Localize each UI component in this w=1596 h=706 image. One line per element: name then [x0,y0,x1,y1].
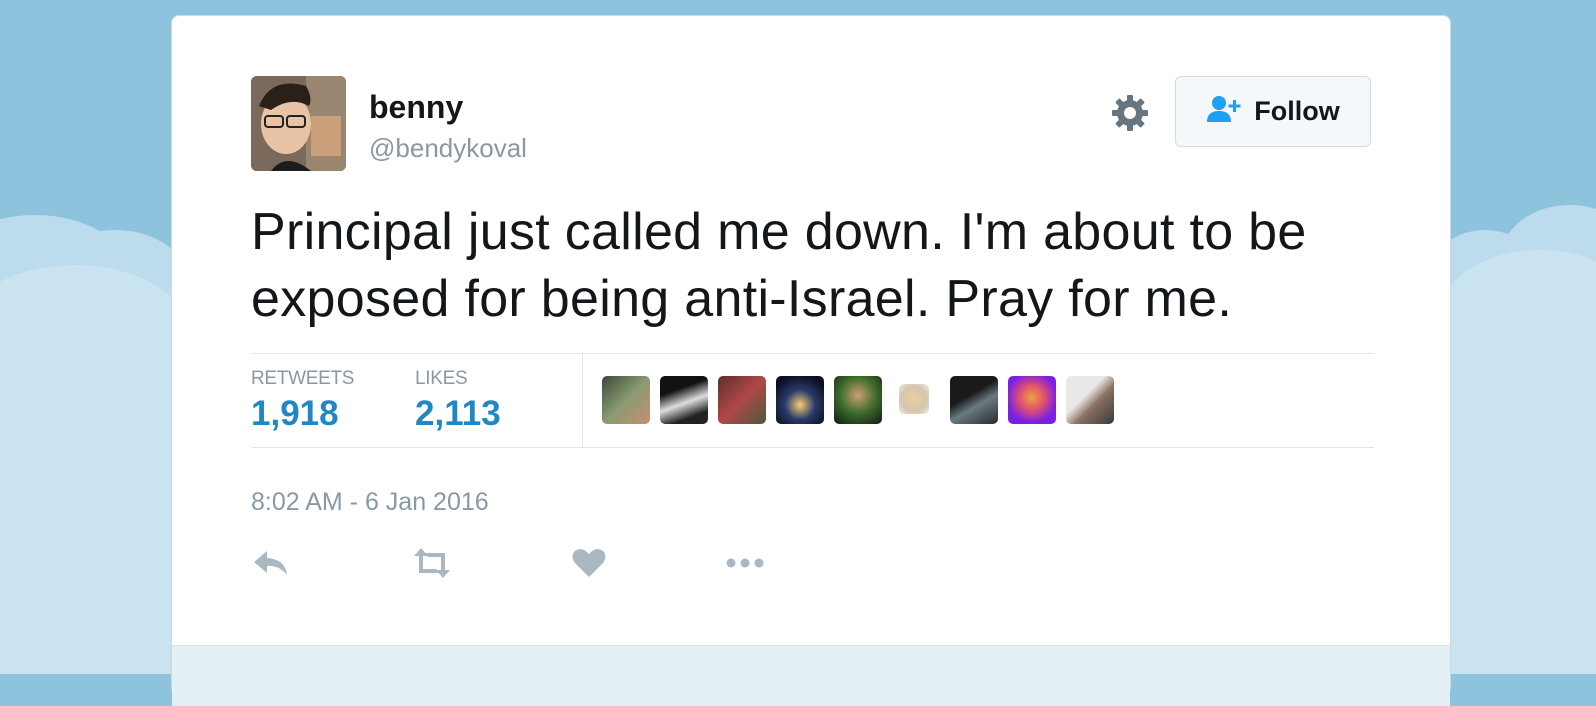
retweets-label: RETWEETS [251,368,355,389]
retweets-count: 1,918 [251,394,339,433]
like-icon[interactable] [569,543,617,591]
user-handle[interactable]: @bendykoval [369,133,527,164]
follow-button[interactable]: Follow [1175,76,1371,147]
stats-row: RETWEETS 1,918 LIKES 2,113 [251,353,1374,448]
likes-label: LIKES [415,368,468,389]
add-user-icon [1206,94,1242,129]
display-name[interactable]: benny [369,89,463,126]
more-icon[interactable] [724,543,772,591]
reply-icon[interactable] [251,543,299,591]
tweet-actions [251,543,851,603]
liker-avatar[interactable] [1066,376,1114,424]
gear-icon[interactable] [1110,93,1150,133]
follow-label: Follow [1254,96,1340,126]
liker-avatar[interactable] [776,376,824,424]
liker-avatar[interactable] [1008,376,1056,424]
card-footer [172,645,1450,706]
likes-stat[interactable]: LIKES 2,113 [415,368,501,434]
liker-avatar[interactable] [899,384,929,414]
tweet-timestamp[interactable]: 8:02 AM - 6 Jan 2016 [251,488,489,517]
tweet-card: benny @bendykoval Follow Principal just … [171,15,1451,706]
liker-avatar[interactable] [950,376,998,424]
retweet-icon[interactable] [410,543,458,591]
liker-avatar[interactable] [834,376,882,424]
tweet-text: Principal just called me down. I'm about… [251,203,1307,328]
likes-count: 2,113 [415,394,501,433]
retweets-stat[interactable]: RETWEETS 1,918 [251,368,354,434]
avatar[interactable] [251,76,346,171]
liker-avatar[interactable] [718,376,766,424]
liker-avatar[interactable] [660,376,708,424]
liker-avatar[interactable] [602,376,650,424]
stats-divider [582,354,583,447]
